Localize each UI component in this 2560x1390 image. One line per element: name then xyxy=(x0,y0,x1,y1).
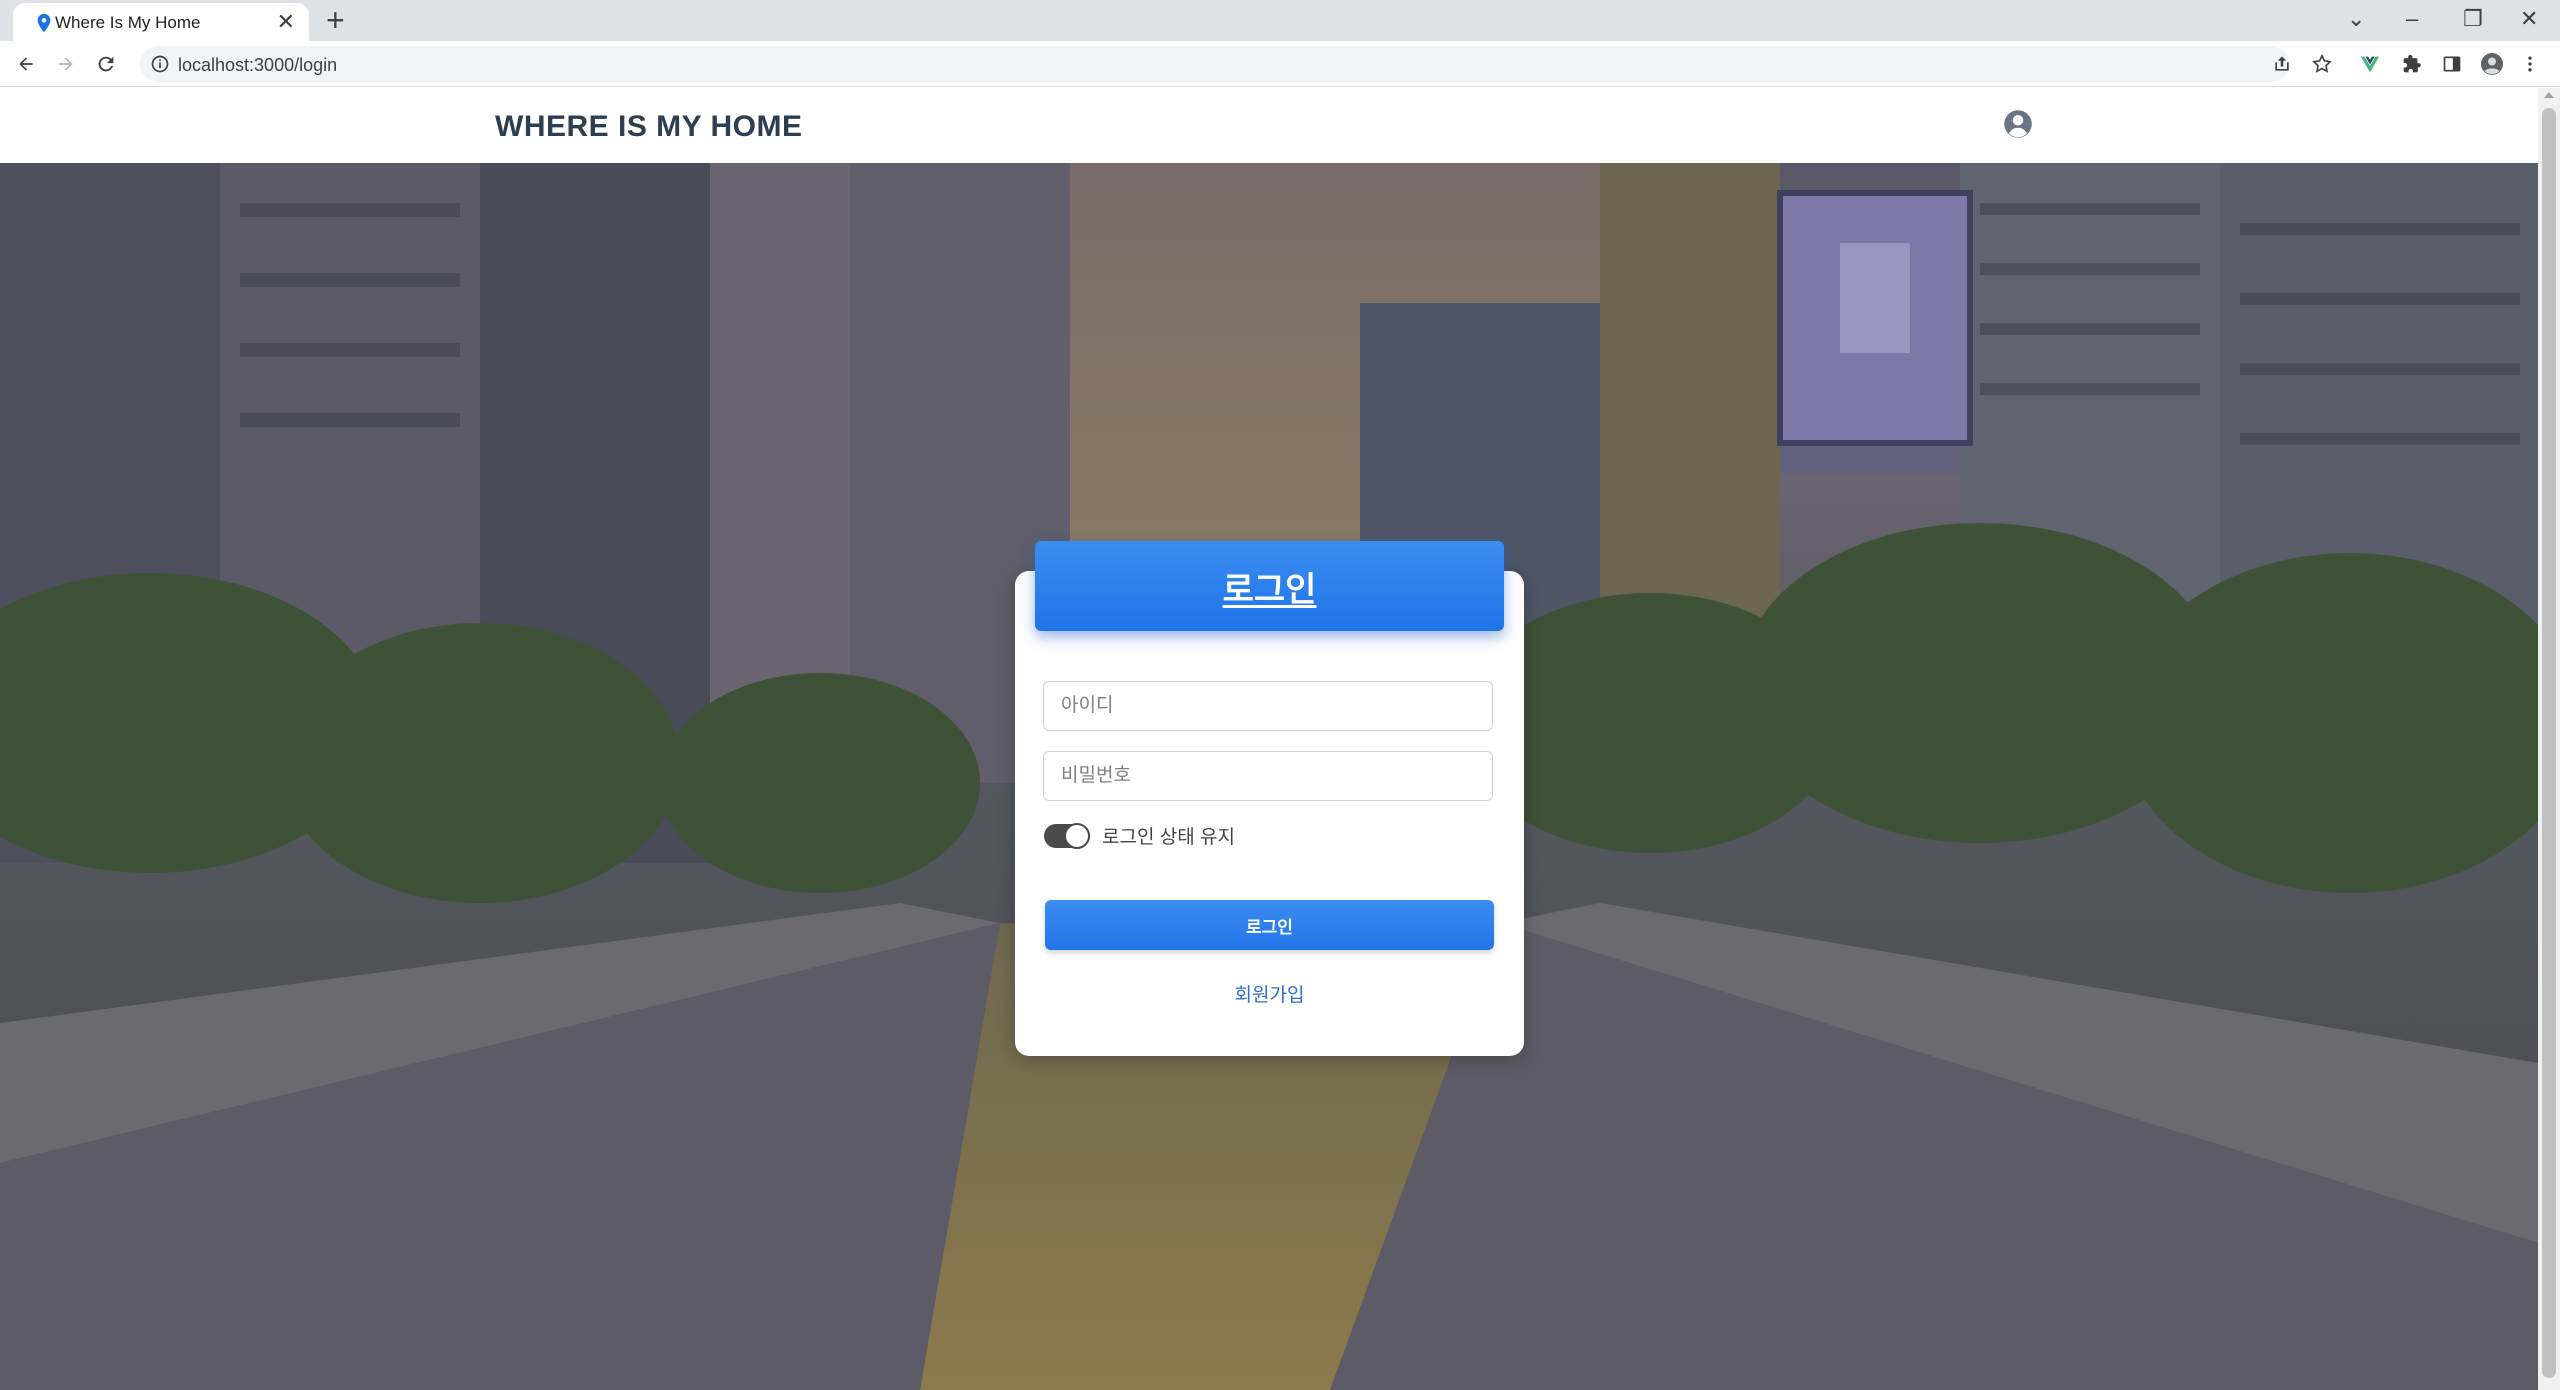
share-icon[interactable] xyxy=(2270,52,2294,76)
user-circle-icon[interactable] xyxy=(2003,109,2033,139)
remember-me-toggle[interactable] xyxy=(1044,822,1090,849)
arrow-left-icon xyxy=(19,57,33,71)
back-button[interactable] xyxy=(12,50,40,78)
browser-tab-strip: Where Is My Home ✕ + ⌄ – ❐ ✕ xyxy=(0,0,2560,41)
password-input[interactable] xyxy=(1043,751,1493,801)
profile-avatar-icon[interactable] xyxy=(2480,52,2504,76)
browser-menu-icon[interactable] xyxy=(2518,52,2542,76)
vue-devtools-extension-icon[interactable] xyxy=(2358,52,2382,76)
scroll-up-arrow-icon[interactable] xyxy=(2544,92,2554,98)
arrow-right-icon xyxy=(59,57,73,71)
tab-search-icon[interactable]: ⌄ xyxy=(2347,4,2365,34)
login-title: 로그인 xyxy=(1222,570,1317,609)
reload-icon xyxy=(98,56,114,72)
address-bar[interactable]: localhost:3000/login xyxy=(140,46,2290,82)
reload-button[interactable] xyxy=(92,50,120,78)
remember-me-row: 로그인 상태 유지 xyxy=(1044,822,1235,849)
login-card-header: 로그인 xyxy=(1035,541,1504,631)
browser-tab[interactable]: Where Is My Home ✕ xyxy=(13,3,309,41)
browser-toolbar: localhost:3000/login xyxy=(0,41,2560,87)
toggle-knob xyxy=(1064,822,1090,849)
tab-title: Where Is My Home xyxy=(55,13,201,32)
page-scrollbar[interactable] xyxy=(2538,88,2560,1390)
signup-link[interactable]: 회원가입 xyxy=(1045,980,1494,1007)
login-button[interactable]: 로그인 xyxy=(1045,900,1494,950)
map-pin-icon xyxy=(37,13,51,33)
window-close-button[interactable]: ✕ xyxy=(2520,4,2538,34)
restore-button[interactable]: ❐ xyxy=(2463,4,2483,34)
forward-button[interactable] xyxy=(52,50,80,78)
info-icon xyxy=(151,55,169,73)
site-brand-logo[interactable]: WHERE IS MY HOME xyxy=(495,110,802,144)
tab-close-icon[interactable]: ✕ xyxy=(277,11,295,33)
minimize-button[interactable]: – xyxy=(2406,4,2418,34)
remember-me-label: 로그인 상태 유지 xyxy=(1102,827,1235,848)
bookmark-star-icon[interactable] xyxy=(2310,52,2334,76)
site-header: WHERE IS MY HOME xyxy=(0,88,2538,163)
user-id-input[interactable] xyxy=(1043,681,1493,731)
extensions-puzzle-icon[interactable] xyxy=(2400,52,2424,76)
url-text: localhost:3000/login xyxy=(178,55,338,75)
side-panel-icon[interactable] xyxy=(2440,52,2464,76)
scrollbar-thumb[interactable] xyxy=(2542,108,2556,1378)
new-tab-button[interactable]: + xyxy=(326,4,345,36)
